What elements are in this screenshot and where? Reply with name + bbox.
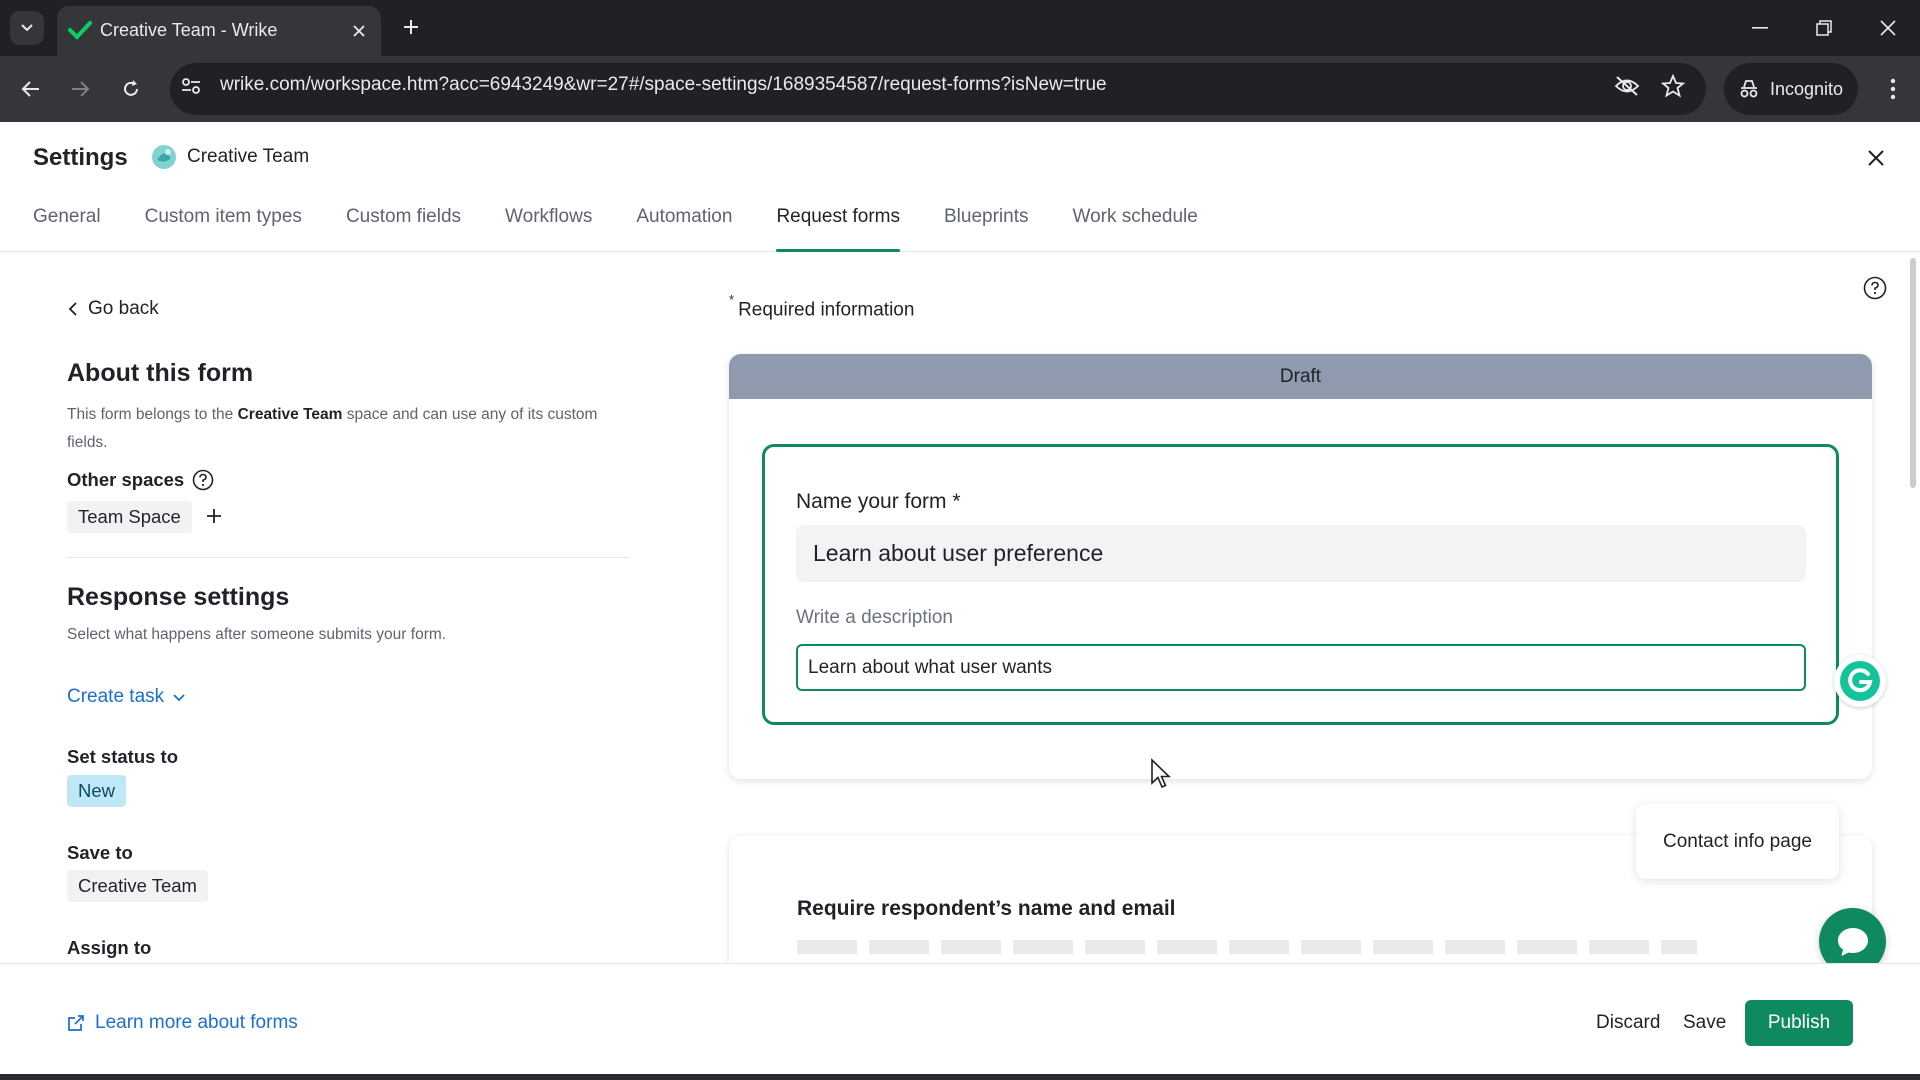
tab-title: Creative Team - Wrike <box>100 20 278 40</box>
browser-tabstrip: Creative Team - Wrike <box>0 0 1920 56</box>
save-to-label: Save to <box>67 842 133 863</box>
contact-info-page-label[interactable]: Contact info page <box>1636 804 1839 879</box>
window-bottom-edge <box>0 1074 1920 1080</box>
arrow-left-icon <box>21 81 39 97</box>
create-task-label: Create task <box>67 686 165 707</box>
form-description-input[interactable] <box>796 644 1806 691</box>
space-indicator: Creative Team <box>151 144 309 170</box>
chevron-down-icon <box>21 24 33 32</box>
forward-button[interactable] <box>63 72 97 106</box>
response-settings-description: Select what happens after someone submit… <box>67 626 447 643</box>
tab-request-forms[interactable]: Request forms <box>776 206 900 252</box>
mouse-cursor-icon <box>1151 758 1171 789</box>
chat-bubble-icon <box>1837 927 1868 956</box>
wrike-favicon-icon <box>68 18 92 42</box>
reload-button[interactable] <box>114 72 148 106</box>
form-settings-panel: Go back About this form This form belong… <box>0 253 700 963</box>
question-circle-icon <box>1863 276 1887 300</box>
grammarly-icon[interactable] <box>1834 655 1886 707</box>
restore-icon <box>1816 20 1832 36</box>
form-header-card: Draft Name your form * Write a descripti… <box>729 354 1872 779</box>
space-name-bold: Creative Team <box>237 406 343 423</box>
form-name-input[interactable] <box>796 525 1806 582</box>
discard-button[interactable]: Discard <box>1596 1012 1660 1034</box>
about-form-description: This form belongs to the Creative Team s… <box>67 406 598 451</box>
create-task-dropdown[interactable]: Create task <box>67 686 186 708</box>
incognito-label: Incognito <box>1770 78 1844 99</box>
other-spaces-label: Other spaces <box>67 469 214 491</box>
chevron-left-icon <box>68 302 77 316</box>
about-form-heading: About this form <box>67 359 254 387</box>
settings-title: Settings <box>33 144 128 171</box>
back-button[interactable] <box>14 72 48 106</box>
other-space-chip[interactable]: Team Space <box>67 501 192 533</box>
form-footer: Learn more about forms Discard Save Publ… <box>0 963 1920 1080</box>
form-description-label: Write a description <box>796 607 953 628</box>
close-settings-button[interactable] <box>1862 144 1890 172</box>
assign-to-label: Assign to <box>67 937 152 958</box>
settings-header: Settings Creative Team General Custom it… <box>0 122 1920 252</box>
go-back-label: Go back <box>88 298 159 319</box>
browser-toolbar: wrike.com/workspace.htm?acc=6943249&wr=2… <box>0 56 1920 122</box>
go-back-link[interactable]: Go back <box>68 298 159 320</box>
learn-more-label: Learn more about forms <box>95 1012 298 1033</box>
tab-blueprints[interactable]: Blueprints <box>944 206 1029 252</box>
minimize-window-button[interactable] <box>1728 0 1792 56</box>
bookmark-star-icon[interactable] <box>1658 71 1688 101</box>
contact-info-heading: Require respondent’s name and email <box>797 897 1176 920</box>
close-icon <box>1868 150 1884 166</box>
plus-icon <box>404 20 418 34</box>
space-avatar-icon <box>152 145 176 169</box>
draft-status-bar: Draft <box>729 354 1872 399</box>
tab-custom-item-types[interactable]: Custom item types <box>145 206 302 252</box>
restore-window-button[interactable] <box>1792 0 1856 56</box>
tab-general[interactable]: General <box>33 206 101 252</box>
browser-menu-button[interactable] <box>1876 72 1910 106</box>
tab-automation[interactable]: Automation <box>636 206 732 252</box>
close-window-button[interactable] <box>1856 0 1920 56</box>
status-chip[interactable]: New <box>67 775 127 807</box>
new-tab-button[interactable] <box>397 13 425 41</box>
form-name-label: Name your form * <box>796 490 961 513</box>
save-button[interactable]: Save <box>1683 1012 1726 1034</box>
site-info-icon[interactable] <box>178 73 204 99</box>
close-icon <box>1880 20 1896 36</box>
question-circle-icon[interactable] <box>192 469 214 491</box>
incognito-indicator[interactable]: Incognito <box>1724 63 1858 115</box>
plus-icon <box>207 509 221 523</box>
response-settings-heading: Response settings <box>67 583 290 611</box>
external-link-icon <box>68 1015 84 1031</box>
kebab-menu-icon <box>1890 78 1896 100</box>
scrollbar-thumb[interactable] <box>1910 258 1916 488</box>
set-status-label: Set status to <box>67 746 179 767</box>
space-name: Creative Team <box>187 146 310 167</box>
reload-icon <box>124 80 138 96</box>
chevron-down-icon <box>173 693 185 701</box>
tab-search-button[interactable] <box>10 11 44 45</box>
tab-work-schedule[interactable]: Work schedule <box>1073 206 1198 252</box>
help-button[interactable] <box>1862 275 1888 301</box>
url-text[interactable]: wrike.com/workspace.htm?acc=6943249&wr=2… <box>220 74 1107 96</box>
tab-custom-fields[interactable]: Custom fields <box>346 206 461 252</box>
form-name-section[interactable]: Name your form * Write a description <box>762 444 1839 725</box>
required-information-note: * Required information <box>729 292 915 321</box>
tab-workflows[interactable]: Workflows <box>505 206 592 252</box>
add-space-button[interactable] <box>202 504 226 528</box>
save-to-chip[interactable]: Creative Team <box>67 870 208 902</box>
eye-slash-icon[interactable] <box>1612 71 1642 101</box>
close-tab-icon[interactable] <box>347 19 371 43</box>
section-divider <box>67 557 629 558</box>
incognito-icon <box>1740 80 1758 98</box>
arrow-right-icon <box>72 81 90 97</box>
learn-more-link[interactable]: Learn more about forms <box>67 1012 298 1034</box>
contact-info-description-faded <box>797 940 1697 954</box>
minimize-icon <box>1752 27 1768 29</box>
publish-button[interactable]: Publish <box>1745 1000 1853 1046</box>
settings-tabs: General Custom item types Custom fields … <box>33 206 1242 252</box>
browser-tab-active[interactable]: Creative Team - Wrike <box>57 6 381 56</box>
